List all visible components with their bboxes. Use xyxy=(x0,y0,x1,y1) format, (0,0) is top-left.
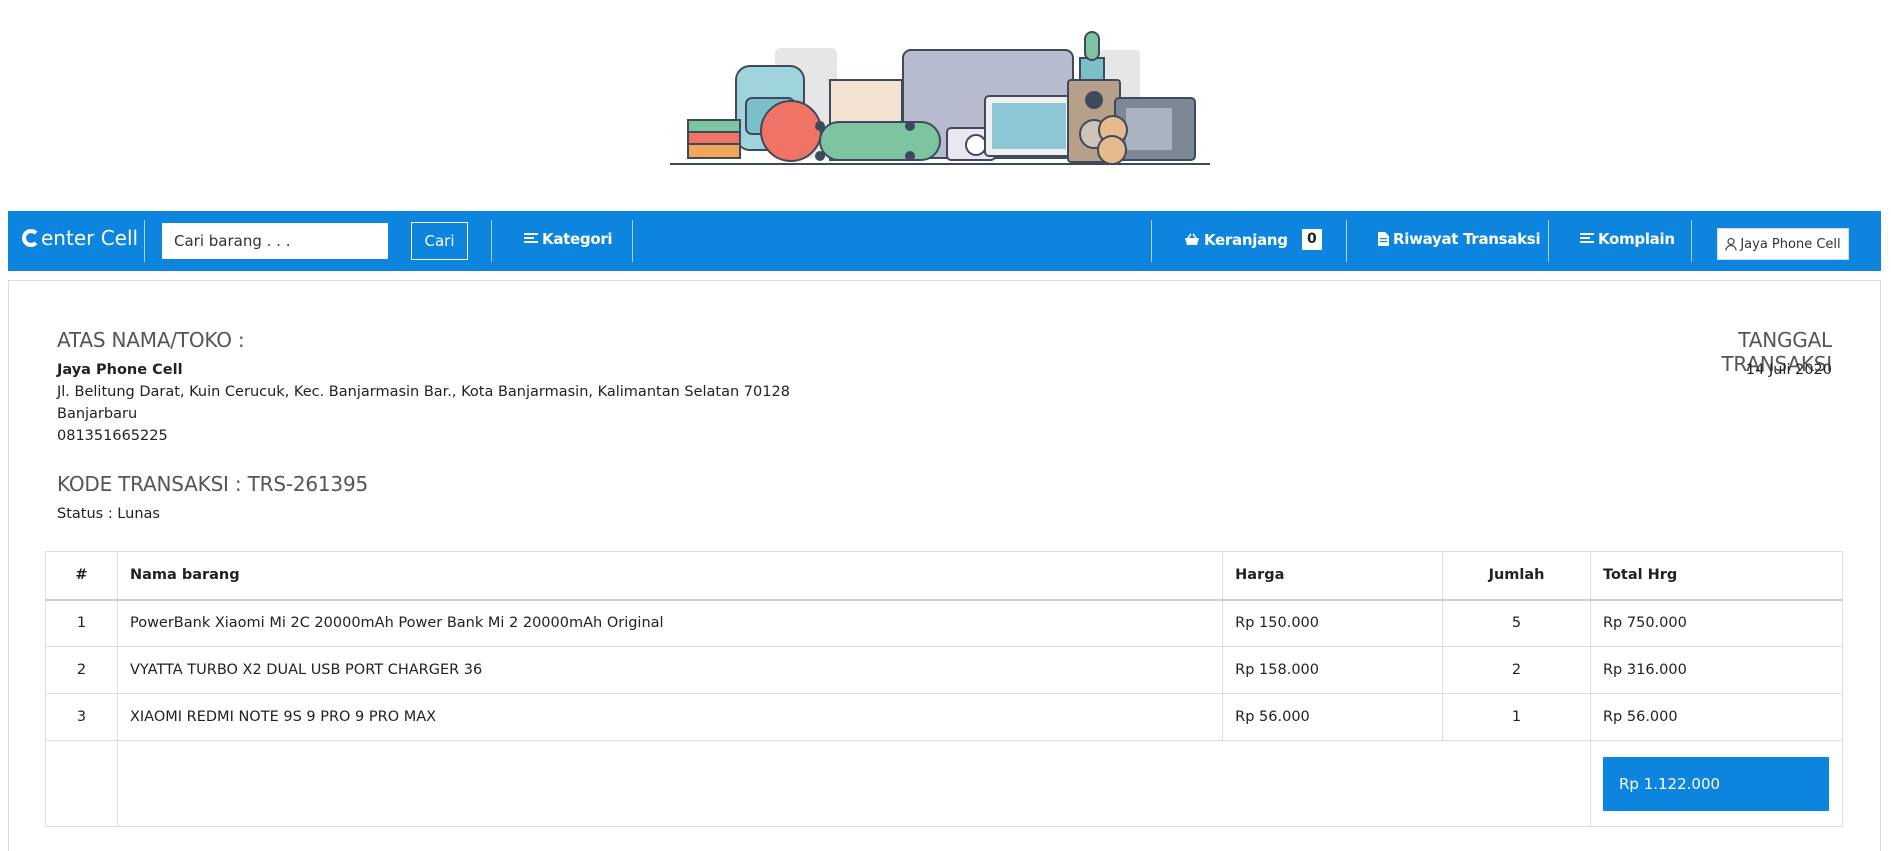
nav-riwayat-label: Riwayat Transaksi xyxy=(1393,230,1541,248)
divider xyxy=(491,220,492,262)
nav-keranjang-label: Keranjang xyxy=(1204,230,1288,249)
store-address: Jl. Belitung Darat, Kuin Cerucuk, Kec. B… xyxy=(57,384,790,400)
basket-icon xyxy=(1185,233,1199,245)
empty-cell xyxy=(45,740,118,827)
cell-name: VYATTA TURBO X2 DUAL USB PORT CHARGER 36 xyxy=(116,646,1224,694)
divider xyxy=(1346,220,1347,262)
hero-banner xyxy=(0,0,1891,211)
grand-total-cell: Rp 1.122.000 xyxy=(1589,740,1844,827)
divider xyxy=(1548,220,1549,262)
col-header-name: Nama barang xyxy=(116,551,1224,600)
store-city: Banjarbaru xyxy=(57,406,138,422)
cell-price: Rp 56.000 xyxy=(1222,693,1444,741)
cell-price: Rp 158.000 xyxy=(1222,646,1444,694)
divider xyxy=(1691,220,1692,262)
nav-komplain-label: Komplain xyxy=(1598,230,1675,248)
cell-no: 3 xyxy=(45,693,118,741)
total-row: Rp 1.122.000 xyxy=(45,740,1844,827)
cell-name: PowerBank Xiaomi Mi 2C 20000mAh Power Ba… xyxy=(116,599,1224,647)
cell-name: XIAOMI REDMI NOTE 9S 9 PRO 9 PRO MAX xyxy=(116,693,1224,741)
transaction-status: Status : Lunas xyxy=(57,506,160,522)
cell-price: Rp 150.000 xyxy=(1222,599,1444,647)
cart-count-badge: 0 xyxy=(1301,229,1322,250)
tanggal-value: 14 Juli 2020 xyxy=(1745,362,1832,378)
col-header-price: Harga xyxy=(1222,551,1444,600)
table-row: 2 VYATTA TURBO X2 DUAL USB PORT CHARGER … xyxy=(45,646,1844,694)
divider xyxy=(1151,220,1152,262)
list-icon xyxy=(524,233,538,243)
user-account-button[interactable]: Jaya Phone Cell xyxy=(1717,228,1849,260)
cell-qty: 2 xyxy=(1442,646,1591,694)
brand-name: enter Cell xyxy=(41,226,139,250)
table-row: 1 PowerBank Xiaomi Mi 2C 20000mAh Power … xyxy=(45,599,1844,647)
cell-total: Rp 56.000 xyxy=(1589,693,1844,741)
divider xyxy=(632,220,633,262)
search-button[interactable]: Cari xyxy=(411,222,468,260)
kode-transaksi: KODE TRANSAKSI : TRS-261395 xyxy=(57,472,368,496)
cell-no: 1 xyxy=(45,599,118,647)
empty-cell xyxy=(116,740,1591,827)
divider xyxy=(144,220,145,262)
document-icon xyxy=(1378,232,1389,246)
cell-total: Rp 316.000 xyxy=(1589,646,1844,694)
col-header-qty: Jumlah xyxy=(1442,551,1591,600)
nav-keranjang[interactable]: Keranjang 0 xyxy=(1184,229,1322,250)
col-header-total: Total Hrg xyxy=(1589,551,1844,600)
nav-riwayat-transaksi[interactable]: Riwayat Transaksi xyxy=(1378,230,1541,248)
search-input[interactable] xyxy=(162,223,388,259)
col-header-no: # xyxy=(45,551,118,600)
cell-no: 2 xyxy=(45,646,118,694)
list-icon xyxy=(1580,233,1594,243)
nav-kategori-label: Kategori xyxy=(542,230,613,248)
store-phone: 081351665225 xyxy=(57,428,168,444)
brand-logo[interactable]: enter Cell xyxy=(22,226,138,250)
nav-kategori[interactable]: Kategori xyxy=(524,230,613,248)
user-icon xyxy=(1725,237,1737,251)
user-name: Jaya Phone Cell xyxy=(1740,236,1841,252)
main-navbar: enter Cell Cari Kategori Keranjang 0 Riw… xyxy=(8,211,1881,271)
table-row: 3 XIAOMI REDMI NOTE 9S 9 PRO 9 PRO MAX R… xyxy=(45,693,1844,741)
atas-nama-heading: ATAS NAMA/TOKO : xyxy=(57,328,245,352)
logo-c-icon xyxy=(22,229,40,247)
cell-qty: 5 xyxy=(1442,599,1591,647)
electronics-illustration xyxy=(670,31,1210,165)
cell-qty: 1 xyxy=(1442,693,1591,741)
items-table: # Nama barang Harga Jumlah Total Hrg 1 P… xyxy=(45,551,1844,827)
nav-komplain[interactable]: Komplain xyxy=(1580,230,1675,248)
cell-total: Rp 750.000 xyxy=(1589,599,1844,647)
grand-total-badge: Rp 1.122.000 xyxy=(1602,756,1829,811)
table-header-row: # Nama barang Harga Jumlah Total Hrg xyxy=(45,551,1844,600)
store-name: Jaya Phone Cell xyxy=(57,362,183,378)
